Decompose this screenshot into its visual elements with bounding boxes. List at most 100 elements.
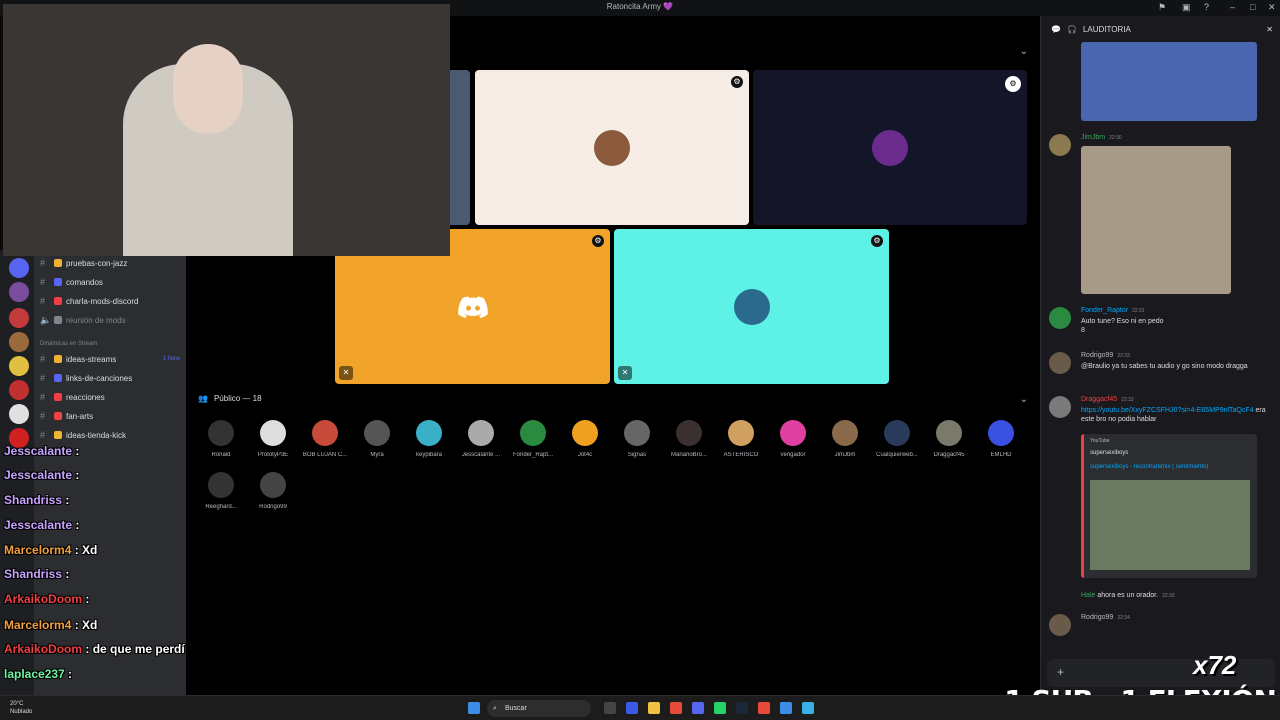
audience-member[interactable]: Jot4c <box>560 420 610 458</box>
channel-item[interactable]: # charla-mods-discord <box>40 293 186 309</box>
taskbar-search[interactable]: ⌕ Buscar <box>487 700 591 717</box>
server-icon[interactable] <box>9 380 29 400</box>
channel-item[interactable]: # links-de-canciones <box>40 370 186 386</box>
chrome-icon[interactable] <box>670 702 682 714</box>
audience-member[interactable]: BOB LUJAN C... <box>300 420 350 458</box>
user-avatar <box>872 129 908 166</box>
settings-icon[interactable]: ⚙ <box>592 235 604 247</box>
discord-app-icon[interactable] <box>692 702 704 714</box>
channel-item[interactable]: # comandos <box>40 274 186 290</box>
settings-icon[interactable]: ⚙ <box>871 235 883 247</box>
audience-member[interactable]: JimJbm <box>820 420 870 458</box>
message-author[interactable]: Rodrigo99 22:34 <box>1081 614 1130 621</box>
app-icon[interactable] <box>802 702 814 714</box>
channel-emoji-icon <box>54 259 62 267</box>
channel-item[interactable]: # ideas-tienda-kick <box>40 427 186 443</box>
close-icon[interactable]: ✕ <box>1266 25 1273 34</box>
audience-member[interactable]: EMLHD <box>976 420 1026 458</box>
steam-icon[interactable] <box>736 702 748 714</box>
whatsapp-icon[interactable] <box>714 702 726 714</box>
avatar <box>520 420 546 446</box>
message-body: @Braulio ya tu sabes tu audio y go sino … <box>1081 363 1248 370</box>
message-author[interactable]: Rodrigo99 22:33 <box>1081 352 1130 359</box>
channel-item[interactable]: # fan-arts <box>40 408 186 424</box>
close-button[interactable]: ✕ <box>1268 2 1276 13</box>
audience-member[interactable]: ASTERISCO <box>716 420 766 458</box>
message-link[interactable]: https://youtu.be/XxyFZCSFHJ0?si=4-E65MP9… <box>1081 407 1254 414</box>
voice-channel-item[interactable]: 🔈 reunión de mods <box>40 312 186 328</box>
server-icon[interactable] <box>9 258 29 278</box>
chat-header: 💬 🎧 LAUDITORIA ✕ <box>1041 16 1280 42</box>
message-author[interactable]: JimJbm 22:30 <box>1081 134 1122 141</box>
channel-item[interactable]: # ideas-streams 1 New <box>40 351 186 367</box>
hash-icon: # <box>40 430 46 440</box>
plus-icon[interactable]: + <box>1057 665 1064 679</box>
server-icon[interactable] <box>9 404 29 424</box>
overlay-username: Jesscalante <box>4 518 73 532</box>
kitten-image-attachment[interactable] <box>1081 146 1231 294</box>
avatar[interactable] <box>1049 352 1071 374</box>
minimize-button[interactable]: – <box>1230 2 1235 12</box>
embed-title[interactable]: supersexiboys - recontraremix ( sentimie… <box>1090 464 1208 470</box>
server-icon[interactable] <box>9 282 29 302</box>
inbox-icon[interactable]: ⚑ <box>1158 2 1166 13</box>
video-tile[interactable]: ⚙ ✕ <box>614 229 889 384</box>
search-icon: ⌕ <box>493 705 497 712</box>
server-icon[interactable] <box>9 332 29 352</box>
audience-member[interactable]: Jesscalante ... <box>456 420 506 458</box>
overlay-username: Shandriss <box>4 493 63 507</box>
audience-member[interactable]: keypibara <box>404 420 454 458</box>
app-icon[interactable] <box>780 702 792 714</box>
avatar <box>468 420 494 446</box>
channel-emoji-icon <box>54 393 62 401</box>
server-icon[interactable] <box>9 308 29 328</box>
audience-member[interactable]: Fonder_Rapt... <box>508 420 558 458</box>
help-icon[interactable]: ? <box>1204 2 1209 12</box>
windows-start-icon[interactable] <box>468 702 480 714</box>
video-tile[interactable]: ⚙ <box>753 70 1027 225</box>
settings-icon[interactable]: ⚙ <box>731 76 743 88</box>
avatar[interactable] <box>1049 614 1071 636</box>
copilot-icon[interactable] <box>626 702 638 714</box>
audience-member[interactable]: Ronald <box>196 420 246 458</box>
audience-member[interactable]: Draggacf45 <box>924 420 974 458</box>
embed-author[interactable]: supersexiboys <box>1090 450 1128 456</box>
chat-input[interactable]: + <box>1047 659 1275 687</box>
audience-member[interactable]: PrototyP3E <box>248 420 298 458</box>
audience-header[interactable]: 👥 Público — 18 <box>198 394 262 403</box>
avatar[interactable] <box>1049 134 1071 156</box>
audience-member[interactable]: vengador <box>768 420 818 458</box>
youtube-embed[interactable]: YouTube supersexiboys supersexiboys - re… <box>1081 434 1257 578</box>
collapse-chevron-icon[interactable]: ⌄ <box>1020 46 1028 57</box>
video-thumbnail[interactable] <box>1090 480 1250 570</box>
overlay-separator: : <box>62 493 70 507</box>
avatar <box>208 420 234 446</box>
avatar[interactable] <box>1049 396 1071 418</box>
app-icon[interactable] <box>758 702 770 714</box>
settings-icon[interactable]: ⚙ <box>1005 76 1021 92</box>
weather-widget[interactable]: 20°C Nublado <box>10 700 32 716</box>
collapse-chevron-icon[interactable]: ⌄ <box>1020 394 1028 405</box>
channel-item[interactable]: # pruebas-con-jazz <box>40 255 186 271</box>
category-header[interactable]: Dinámicas en Stream <box>40 336 186 352</box>
audience-member[interactable]: Reeghard... <box>196 472 246 510</box>
video-tile[interactable]: ⚙ <box>475 70 749 225</box>
task-view-icon[interactable] <box>604 702 616 714</box>
message-author[interactable]: Fonder_Raptor 22:31 <box>1081 307 1145 314</box>
image-attachment[interactable] <box>1081 42 1257 121</box>
overlay-message: Xd <box>82 618 98 632</box>
server-icon[interactable] <box>9 356 29 376</box>
message-author[interactable]: Hale ahora es un orador. 22:33 <box>1081 592 1175 599</box>
message-author[interactable]: Draggacf45 22:33 <box>1081 396 1134 403</box>
screen-icon[interactable]: ▣ <box>1182 2 1191 13</box>
audience-member[interactable]: Myra <box>352 420 402 458</box>
file-explorer-icon[interactable] <box>648 702 660 714</box>
audience-member[interactable]: Signas <box>612 420 662 458</box>
channel-item[interactable]: # reacciones <box>40 389 186 405</box>
audience-member[interactable]: MarianoBro... <box>664 420 714 458</box>
audience-member[interactable]: Cualquierweb... <box>872 420 922 458</box>
avatar[interactable] <box>1049 307 1071 329</box>
maximize-button[interactable]: □ <box>1250 2 1255 12</box>
audience-member[interactable]: Rodrigo99 <box>248 472 298 510</box>
overlay-username: Jesscalante <box>4 468 73 482</box>
